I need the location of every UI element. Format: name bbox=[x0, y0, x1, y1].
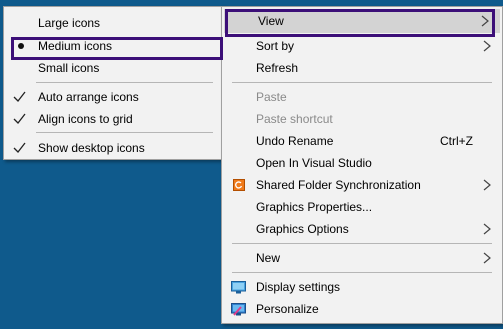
view-item-highlight-box bbox=[225, 9, 495, 37]
submenu-item-large-icons[interactable]: Large icons bbox=[4, 12, 223, 34]
submenu-item-label: Align icons to grid bbox=[38, 112, 133, 126]
chevron-right-icon bbox=[483, 223, 491, 235]
checkmark-icon bbox=[13, 113, 26, 124]
menu-item-paste[interactable]: Paste bbox=[222, 86, 502, 108]
menu-item-label: Personalize bbox=[256, 302, 319, 316]
display-settings-icon bbox=[231, 281, 246, 294]
menu-item-undo-rename[interactable]: Undo Rename Ctrl+Z bbox=[222, 130, 502, 152]
menu-item-graphics-options[interactable]: Graphics Options bbox=[222, 218, 502, 240]
menu-item-label: Graphics Options bbox=[256, 222, 349, 236]
submenu-item-align-to-grid[interactable]: Align icons to grid bbox=[4, 108, 223, 130]
shortcut-text: Ctrl+Z bbox=[440, 134, 473, 148]
desktop-context-menu: View Sort by Refresh Paste Paste shortcu… bbox=[221, 6, 503, 324]
menu-item-open-in-visual-studio[interactable]: Open In Visual Studio bbox=[222, 152, 502, 174]
menu-item-refresh[interactable]: Refresh bbox=[222, 57, 502, 79]
menu-item-shared-folder-sync[interactable]: Shared Folder Synchronization bbox=[222, 174, 502, 196]
view-submenu: Large icons Medium icons Small icons Aut… bbox=[3, 6, 224, 160]
menu-item-label: Sort by bbox=[256, 39, 295, 53]
submenu-item-show-desktop-icons[interactable]: Show desktop icons bbox=[4, 137, 223, 159]
menu-item-new[interactable]: New bbox=[222, 247, 502, 269]
desktop: { "submenu": { "items": [ {"label": "Lar… bbox=[0, 0, 503, 329]
menu-separator bbox=[232, 272, 492, 273]
menu-item-label: Open In Visual Studio bbox=[256, 156, 372, 170]
submenu-item-label: Show desktop icons bbox=[38, 141, 145, 155]
menu-item-sort-by[interactable]: Sort by bbox=[222, 35, 502, 57]
medium-icons-highlight-box bbox=[11, 37, 223, 60]
menu-item-label: Paste shortcut bbox=[256, 112, 333, 126]
personalize-icon bbox=[231, 303, 246, 316]
menu-item-personalize[interactable]: Personalize bbox=[222, 298, 502, 320]
checkmark-icon bbox=[13, 142, 26, 153]
checkmark-icon bbox=[13, 91, 26, 102]
chevron-right-icon bbox=[483, 40, 491, 52]
menu-item-label: Graphics Properties... bbox=[256, 200, 373, 214]
menu-item-label: Display settings bbox=[256, 280, 341, 294]
submenu-item-small-icons[interactable]: Small icons bbox=[4, 57, 223, 79]
menu-item-label: Shared Folder Synchronization bbox=[256, 178, 421, 192]
submenu-separator bbox=[36, 82, 213, 83]
menu-item-display-settings[interactable]: Display settings bbox=[222, 276, 502, 298]
submenu-separator bbox=[36, 132, 213, 133]
menu-item-label: Undo Rename bbox=[256, 134, 334, 148]
chevron-right-icon bbox=[483, 179, 491, 191]
menu-item-label: Paste bbox=[256, 90, 287, 104]
chevron-right-icon bbox=[483, 252, 491, 264]
submenu-item-label: Auto arrange icons bbox=[38, 90, 139, 104]
menu-item-label: Refresh bbox=[256, 61, 299, 75]
submenu-item-label: Small icons bbox=[38, 61, 100, 75]
menu-item-graphics-properties[interactable]: Graphics Properties... bbox=[222, 196, 502, 218]
menu-separator bbox=[232, 82, 492, 83]
shared-folder-sync-icon bbox=[233, 179, 245, 191]
submenu-item-auto-arrange[interactable]: Auto arrange icons bbox=[4, 86, 223, 108]
menu-item-label: New bbox=[256, 251, 281, 265]
menu-separator bbox=[232, 243, 492, 244]
submenu-item-label: Large icons bbox=[38, 16, 101, 30]
menu-item-paste-shortcut[interactable]: Paste shortcut bbox=[222, 108, 502, 130]
